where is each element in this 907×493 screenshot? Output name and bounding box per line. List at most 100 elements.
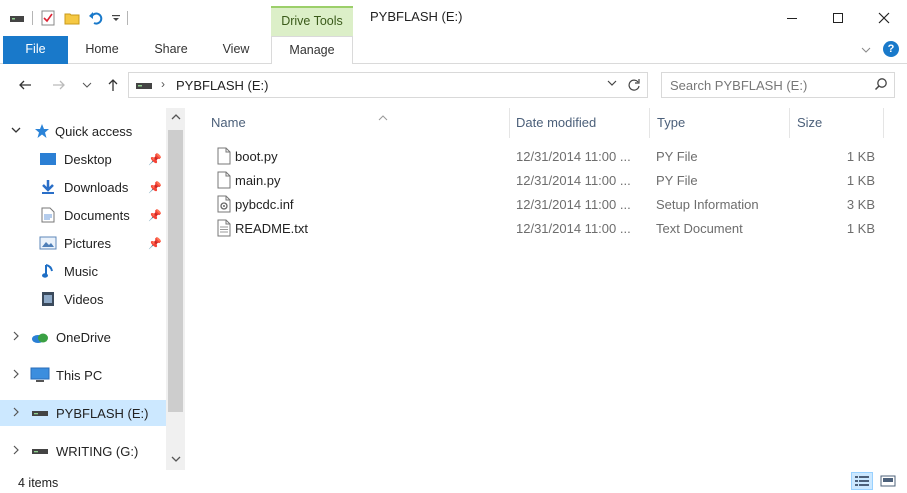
file-type: PY File — [656, 149, 698, 164]
ribbon-right-controls: ? — [861, 41, 899, 57]
tab-home[interactable]: Home — [76, 36, 128, 64]
collapsed-chevron-icon[interactable] — [10, 369, 22, 382]
up-button[interactable] — [104, 76, 122, 94]
file-date: 12/31/2014 11:00 ... — [516, 221, 631, 236]
minimize-icon — [787, 18, 797, 19]
column-header-date[interactable]: Date modified — [516, 108, 649, 138]
recent-locations-button[interactable] — [78, 76, 96, 94]
file-name[interactable]: pybcdc.inf — [235, 197, 294, 212]
forward-arrow-icon — [53, 80, 65, 90]
column-header-size[interactable]: Size — [797, 108, 883, 138]
file-list: Name Date modified Type Size boot.py 12/… — [185, 108, 907, 470]
videos-icon — [38, 290, 58, 308]
file-size: 1 KB — [846, 221, 875, 236]
scroll-up-icon[interactable] — [166, 112, 185, 124]
item-count: 4 items — [18, 476, 59, 490]
file-row[interactable]: main.py 12/31/2014 11:00 ... PY File 1 K… — [205, 169, 885, 193]
file-row[interactable]: pybcdc.inf 12/31/2014 11:00 ... Setup In… — [205, 193, 885, 217]
nav-item-videos[interactable]: Videos — [0, 286, 166, 312]
file-name[interactable]: boot.py — [235, 149, 278, 164]
drive-icon — [30, 442, 50, 460]
collapsed-chevron-icon[interactable] — [10, 407, 22, 420]
forward-button[interactable] — [50, 76, 68, 94]
search-box[interactable] — [661, 72, 895, 98]
expand-ribbon-icon[interactable] — [861, 42, 871, 57]
new-folder-icon[interactable] — [63, 9, 81, 27]
drive-icon[interactable] — [8, 9, 26, 27]
scrollbar-thumb[interactable] — [168, 130, 183, 412]
file-row[interactable]: boot.py 12/31/2014 11:00 ... PY File 1 K… — [205, 145, 885, 169]
refresh-icon[interactable] — [627, 75, 641, 95]
nav-item-onedrive[interactable]: OneDrive — [0, 324, 166, 350]
search-icon[interactable] — [874, 77, 888, 94]
title-bar: Drive Tools PYBFLASH (E:) — [0, 0, 907, 36]
breadcrumb-path[interactable]: PYBFLASH (E:) — [176, 78, 268, 93]
tab-view[interactable]: View — [211, 36, 261, 64]
setup-file-icon — [217, 195, 231, 216]
large-icons-view-icon — [880, 475, 896, 487]
nav-label: This PC — [56, 367, 103, 383]
collapsed-chevron-icon[interactable] — [10, 331, 22, 344]
nav-item-pybflash[interactable]: PYBFLASH (E:) — [0, 400, 166, 426]
large-icons-view-button[interactable] — [877, 472, 899, 490]
nav-label: Quick access — [55, 123, 133, 139]
star-icon — [32, 122, 52, 140]
nav-item-this-pc[interactable]: This PC — [0, 362, 166, 388]
details-view-button[interactable] — [851, 472, 873, 490]
column-divider[interactable] — [789, 108, 790, 138]
file-size: 3 KB — [846, 197, 875, 212]
customize-qat-icon[interactable] — [111, 9, 121, 27]
back-button[interactable] — [16, 76, 34, 94]
close-button[interactable] — [861, 0, 907, 36]
column-header-type[interactable]: Type — [657, 108, 789, 138]
file-name[interactable]: main.py — [235, 173, 281, 188]
breadcrumb-chevron-icon[interactable]: › — [161, 77, 165, 91]
help-icon[interactable]: ? — [883, 41, 899, 57]
address-bar[interactable]: › PYBFLASH (E:) — [128, 72, 648, 98]
chevron-down-icon — [82, 82, 92, 88]
back-arrow-icon — [19, 80, 31, 90]
desktop-icon — [38, 150, 58, 168]
nav-item-downloads[interactable]: Downloads 📌 — [0, 174, 166, 200]
nav-item-documents[interactable]: Documents 📌 — [0, 202, 166, 228]
nav-item-quick-access[interactable]: Quick access — [0, 118, 166, 144]
drive-icon — [135, 79, 153, 94]
pin-icon[interactable]: 📌 — [148, 181, 162, 194]
nav-pane-scrollbar[interactable] — [166, 108, 185, 470]
tab-manage[interactable]: Manage — [271, 36, 353, 65]
pictures-icon — [38, 234, 58, 252]
column-divider[interactable] — [509, 108, 510, 138]
pin-icon[interactable]: 📌 — [148, 153, 162, 166]
nav-item-pictures[interactable]: Pictures 📌 — [0, 230, 166, 256]
undo-icon[interactable] — [87, 9, 105, 27]
music-note-icon — [38, 262, 58, 280]
qat-separator — [127, 11, 128, 25]
tab-share[interactable]: Share — [145, 36, 197, 64]
properties-icon[interactable] — [39, 9, 57, 27]
scroll-down-icon[interactable] — [166, 454, 185, 466]
nav-item-music[interactable]: Music — [0, 258, 166, 284]
expanded-chevron-icon[interactable] — [10, 125, 22, 137]
pin-icon[interactable]: 📌 — [148, 237, 162, 250]
search-input[interactable] — [670, 77, 865, 94]
nav-item-desktop[interactable]: Desktop 📌 — [0, 146, 166, 172]
column-divider[interactable] — [649, 108, 650, 138]
file-name[interactable]: README.txt — [235, 221, 308, 236]
pin-icon[interactable]: 📌 — [148, 209, 162, 222]
collapsed-chevron-icon[interactable] — [10, 445, 22, 458]
quick-access-toolbar — [8, 8, 128, 28]
address-dropdown-icon[interactable] — [607, 78, 617, 90]
download-arrow-icon — [38, 178, 58, 196]
nav-label: Videos — [64, 291, 104, 307]
column-divider[interactable] — [883, 108, 884, 138]
onedrive-cloud-icon — [30, 328, 50, 346]
column-header-name[interactable]: Name — [211, 108, 509, 138]
nav-item-writing[interactable]: WRITING (G:) — [0, 438, 166, 464]
nav-label: Pictures — [64, 235, 111, 251]
nav-label: WRITING (G:) — [56, 443, 139, 459]
file-row[interactable]: README.txt 12/31/2014 11:00 ... Text Doc… — [205, 217, 885, 241]
tab-file[interactable]: File — [3, 36, 68, 64]
minimize-button[interactable] — [769, 0, 815, 36]
qat-separator — [32, 11, 33, 25]
maximize-button[interactable] — [815, 0, 861, 36]
